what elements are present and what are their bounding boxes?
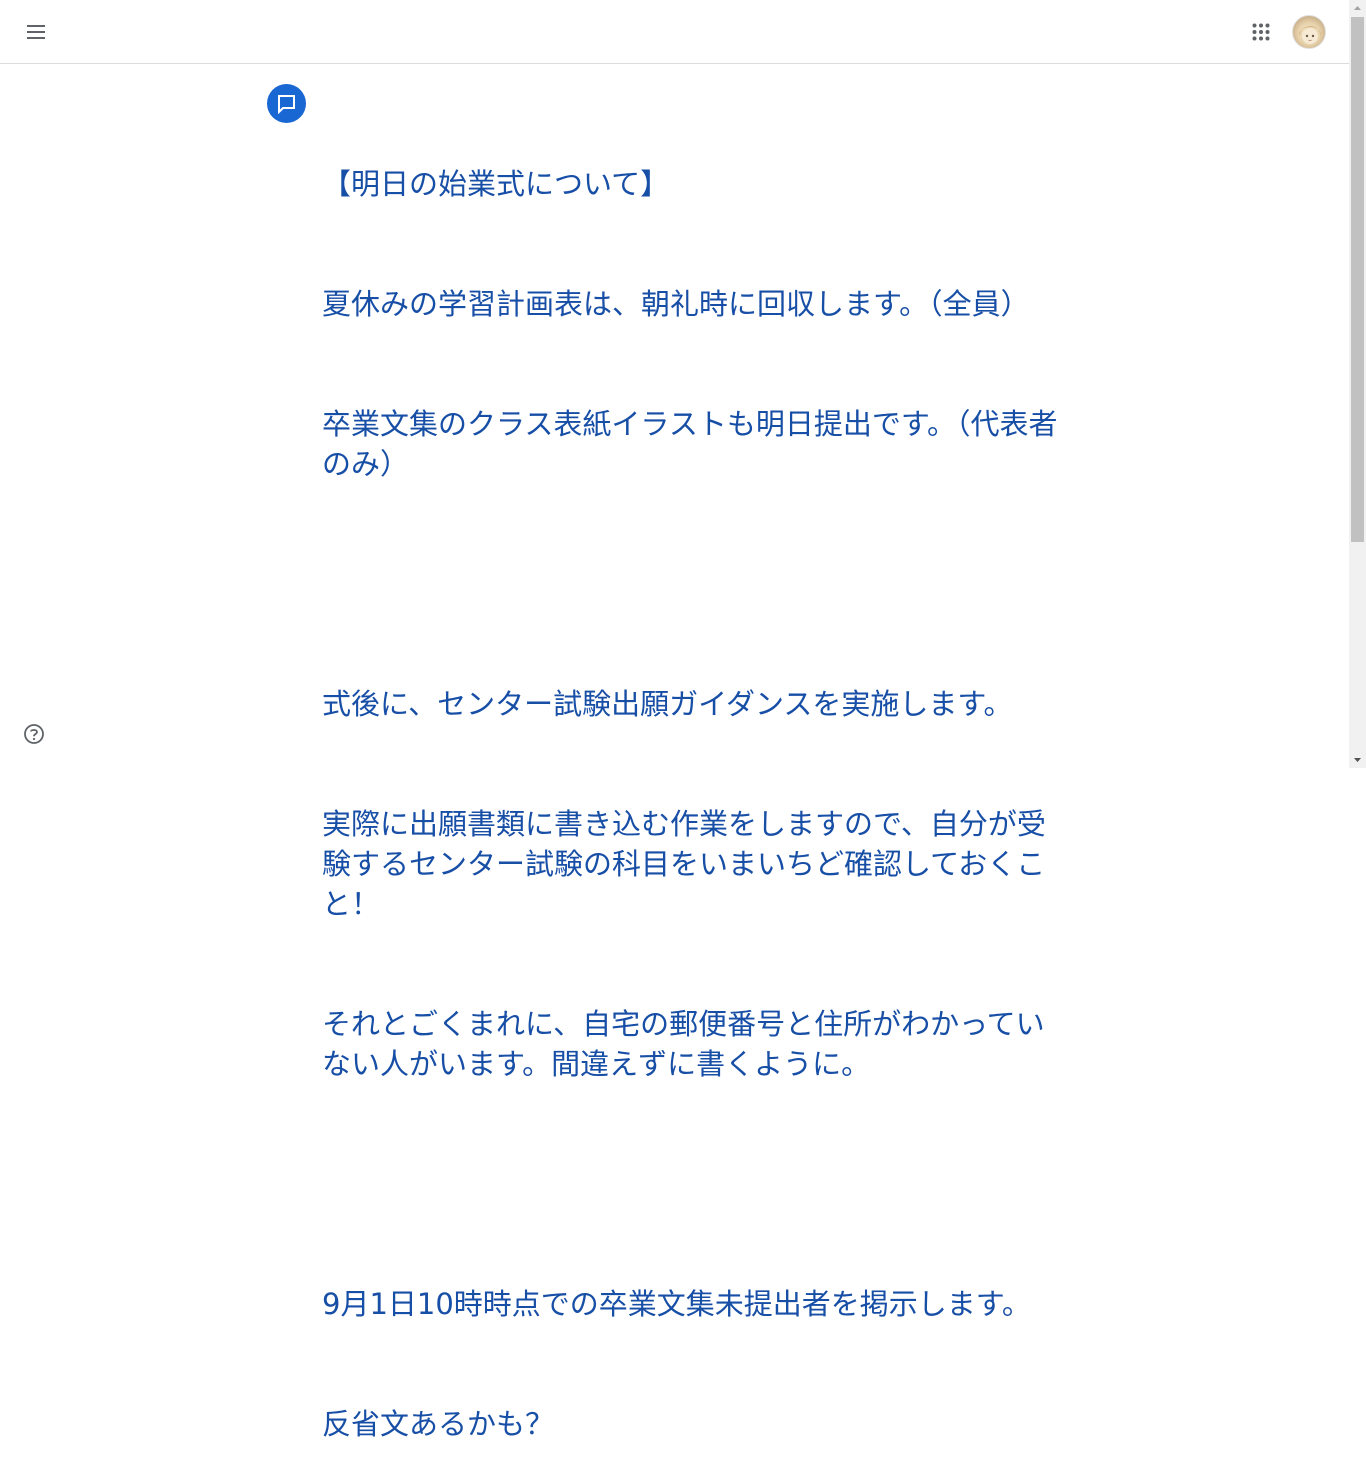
- post-line: 卒業文集のクラス表紙イラストも明日提出です。（代表者のみ）: [322, 407, 1058, 481]
- scroll-down-icon: [1354, 758, 1361, 762]
- post-line: 式後に、センター試験出願ガイダンスを実施します。: [322, 687, 1013, 721]
- post-line: 反省文あるかも？: [322, 1407, 555, 1441]
- post-line-blank: [322, 1164, 1067, 1204]
- post-line-blank: [322, 564, 1067, 604]
- help-button[interactable]: [14, 714, 54, 754]
- main-menu-button[interactable]: [16, 12, 56, 52]
- comment-icon: [278, 95, 295, 114]
- post-line: 【明日の始業式について】: [322, 167, 670, 201]
- apps-grid-icon: [1252, 23, 1270, 41]
- scroll-down-arrow[interactable]: [1349, 751, 1366, 768]
- scrollbar-thumb[interactable]: [1351, 17, 1364, 542]
- help-question-icon: [24, 724, 44, 744]
- top-app-bar: [0, 0, 1349, 64]
- hamburger-menu-icon: [27, 25, 45, 39]
- scroll-up-icon: [1354, 6, 1361, 10]
- post-line: 実際に出願書類に書き込む作業をしますので、自分が受験するセンター試験の科目をいま…: [322, 807, 1046, 921]
- announcement-text: 【明日の始業式について】 夏休みの学習計画表は、朝礼時に回収します。（全員） 卒…: [322, 84, 1067, 1484]
- account-avatar-button[interactable]: [1292, 15, 1326, 49]
- scroll-up-arrow[interactable]: [1349, 0, 1366, 17]
- post-line: 9月1日10時時点での卒業文集未提出者を掲示します。: [322, 1287, 1031, 1321]
- vertical-scrollbar[interactable]: [1349, 0, 1366, 768]
- post-line: 夏休みの学習計画表は、朝礼時に回収します。（全員）: [322, 287, 1030, 321]
- post-line: それとごくまれに、自宅の郵便番号と住所がわかっていない人がいます。間違えずに書く…: [322, 1007, 1045, 1081]
- google-apps-button[interactable]: [1241, 12, 1281, 52]
- announcement-icon-badge: [267, 84, 306, 123]
- avatar-image-icon: [1299, 26, 1321, 44]
